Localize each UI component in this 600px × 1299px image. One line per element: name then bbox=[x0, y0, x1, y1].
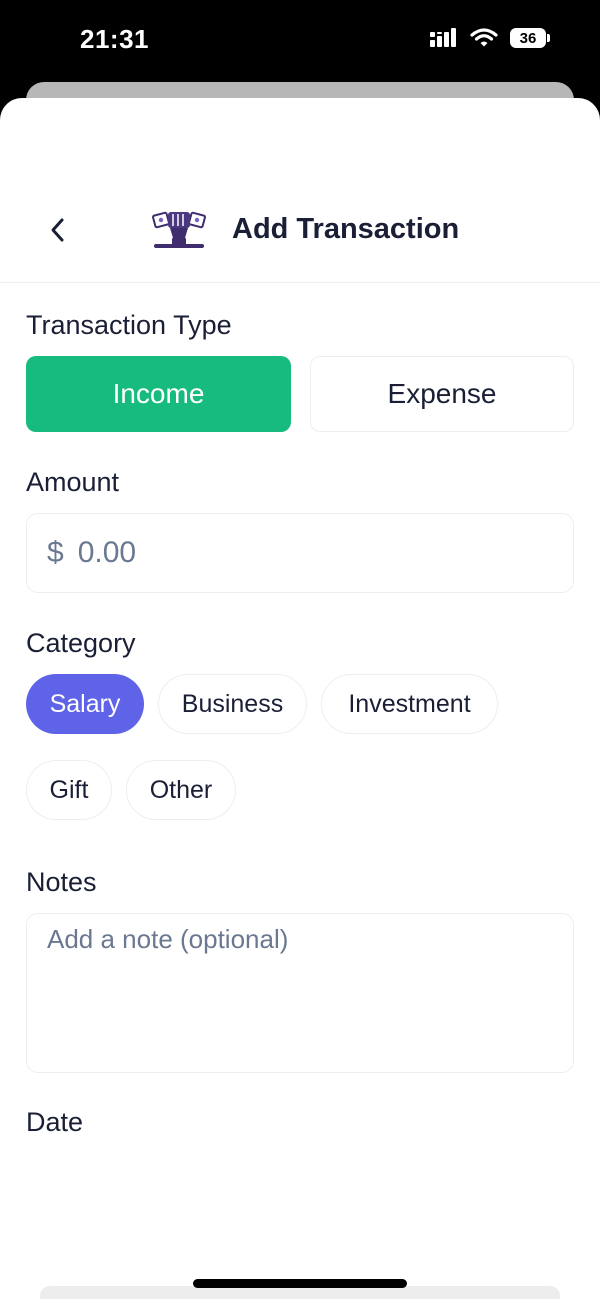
cellular-signal-icon bbox=[430, 28, 456, 47]
battery-level: 36 bbox=[510, 28, 546, 48]
notes-input[interactable] bbox=[47, 924, 547, 1054]
category-chip-business[interactable]: Business bbox=[158, 674, 307, 734]
notes-label: Notes bbox=[26, 867, 97, 897]
status-time: 21:31 bbox=[80, 24, 149, 54]
wifi-icon bbox=[470, 28, 498, 47]
currency-symbol: $ bbox=[47, 536, 64, 569]
category-chip-other[interactable]: Other bbox=[126, 760, 236, 820]
back-button[interactable] bbox=[38, 210, 78, 250]
category-chip-investment[interactable]: Investment bbox=[321, 674, 498, 734]
amount-label: Amount bbox=[26, 467, 120, 497]
income-button[interactable]: Income bbox=[26, 356, 291, 432]
date-label: Date bbox=[26, 1107, 84, 1137]
page-title: Add Transaction bbox=[232, 213, 460, 245]
category-chip-salary[interactable]: Salary bbox=[26, 674, 144, 734]
home-indicator[interactable] bbox=[193, 1279, 407, 1288]
header: Add Transaction bbox=[0, 180, 600, 283]
chevron-left-icon bbox=[51, 218, 64, 242]
expense-button[interactable]: Expense bbox=[310, 356, 574, 432]
amount-field[interactable]: $ bbox=[26, 513, 574, 593]
amount-input[interactable] bbox=[75, 535, 530, 571]
transaction-type-label: Transaction Type bbox=[26, 310, 232, 340]
status-icons: 36 bbox=[430, 28, 550, 48]
money-fist-logo-icon bbox=[152, 211, 206, 248]
battery-icon: 36 bbox=[510, 28, 550, 48]
category-chip-gift[interactable]: Gift bbox=[26, 760, 112, 820]
notes-field[interactable] bbox=[26, 913, 574, 1073]
category-label: Category bbox=[26, 628, 136, 658]
status-bar: 21:31 36 bbox=[0, 0, 600, 82]
